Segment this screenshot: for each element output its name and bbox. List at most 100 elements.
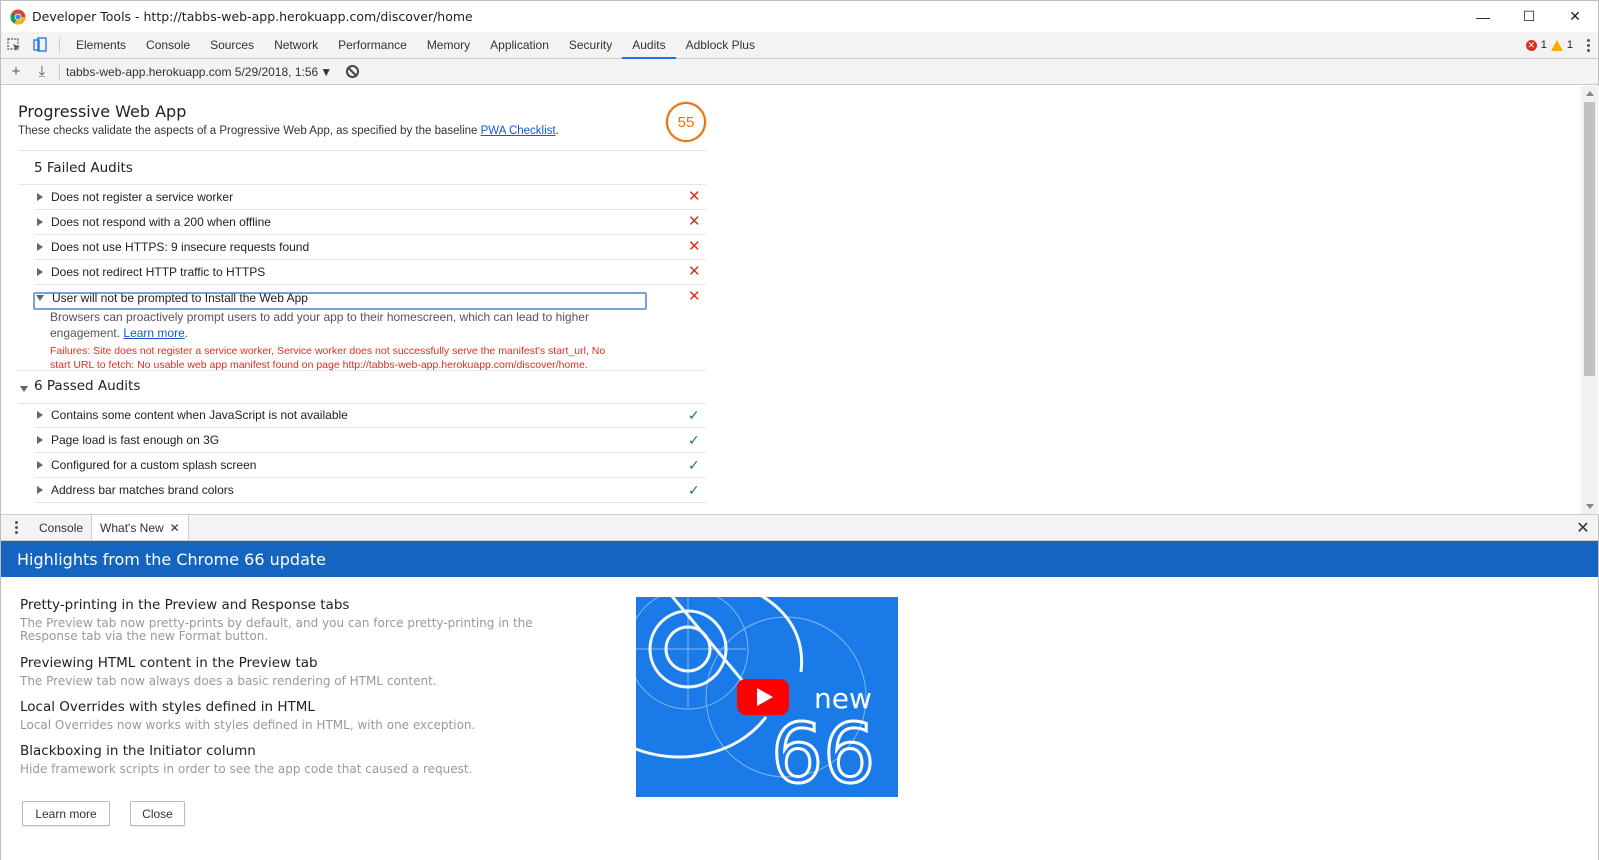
tab-application[interactable]: Application <box>480 32 559 58</box>
audit-description-cont: engagement. Learn more. <box>50 326 189 340</box>
devtools-tabbar: Elements Console Sources Network Perform… <box>1 32 1598 59</box>
feature-title[interactable]: Previewing HTML content in the Preview t… <box>20 655 580 671</box>
audit-title: Configured for a custom splash screen <box>51 458 257 472</box>
pwa-section-header: Progressive Web App These checks validat… <box>18 102 706 137</box>
audits-scrollbar[interactable] <box>1581 86 1598 514</box>
feature-title[interactable]: Blackboxing in the Initiator column <box>20 743 580 759</box>
audit-row[interactable]: Does not register a service worker ✕ <box>35 185 706 210</box>
pwa-checklist-link[interactable]: PWA Checklist <box>481 125 556 137</box>
tab-elements[interactable]: Elements <box>66 32 136 58</box>
error-icon: ✕ <box>1525 39 1537 51</box>
divider <box>18 150 706 151</box>
fail-icon: ✕ <box>688 263 701 280</box>
report-select-value: tabbs-web-app.herokuapp.com 5/29/2018, 1… <box>66 64 319 79</box>
expand-arrow-icon <box>37 411 43 419</box>
warning-count: 1 <box>1566 39 1573 51</box>
expand-arrow-icon <box>37 193 43 201</box>
audit-title: Contains some content when JavaScript is… <box>51 408 348 422</box>
failures-text: Failures: Site does not register a servi… <box>50 345 606 371</box>
audit-title: Does not register a service worker <box>51 190 234 204</box>
close-drawer-icon[interactable]: ✕ <box>1568 515 1598 540</box>
minimize-button[interactable]: — <box>1460 1 1506 32</box>
expand-arrow-icon <box>37 436 43 444</box>
download-report-icon[interactable]: ⤓ <box>31 63 53 80</box>
warning-icon <box>1550 39 1563 51</box>
clear-all-icon[interactable] <box>346 65 360 78</box>
score-gauge: 55 <box>666 102 706 142</box>
close-window-button[interactable]: ✕ <box>1552 1 1598 32</box>
audit-title: User will not be prompted to Install the… <box>52 290 308 305</box>
learn-more-button[interactable]: Learn more <box>22 801 110 826</box>
scroll-down-icon[interactable] <box>1586 504 1594 509</box>
fail-icon: ✕ <box>688 213 701 230</box>
toolbar-divider <box>59 63 60 80</box>
whats-new-panel: Pretty-printing in the Preview and Respo… <box>1 577 1598 860</box>
add-audit-icon[interactable]: + <box>5 63 27 80</box>
drawer-tab-whats-new[interactable]: What's New ✕ <box>91 515 189 540</box>
tab-audits[interactable]: Audits <box>622 32 676 59</box>
collapse-arrow-icon <box>36 294 44 301</box>
scroll-thumb[interactable] <box>1584 102 1595 376</box>
customize-menu-icon[interactable] <box>1587 38 1590 52</box>
audit-title: Does not respond with a 200 when offline <box>51 215 271 229</box>
fail-icon: ✕ <box>688 188 701 205</box>
collapse-arrow-icon[interactable] <box>20 386 28 392</box>
close-button[interactable]: Close <box>130 801 185 826</box>
feature-item: Blackboxing in the Initiator column Hide… <box>20 743 580 776</box>
expand-arrow-icon <box>37 218 43 226</box>
fail-icon: ✕ <box>688 238 701 255</box>
learn-more-link[interactable]: Learn more <box>123 326 184 340</box>
maximize-button[interactable]: ☐ <box>1506 1 1552 32</box>
audit-title: Does not use HTTPS: 9 insecure requests … <box>51 240 310 254</box>
tab-memory[interactable]: Memory <box>417 32 480 58</box>
audits-toolbar: + ⤓ tabbs-web-app.herokuapp.com 5/29/201… <box>1 59 1598 85</box>
audit-row-expanded[interactable]: User will not be prompted to Install the… <box>35 285 706 310</box>
release-video-thumbnail[interactable]: new 66 <box>636 597 898 797</box>
issue-counters[interactable]: ✕ 1 1 <box>1525 32 1598 58</box>
device-toolbar-icon[interactable] <box>27 32 53 58</box>
error-count: 1 <box>1540 39 1547 51</box>
feature-description: The Preview tab now always does a basic … <box>20 674 437 688</box>
feature-description: Hide framework scripts in order to see t… <box>20 762 473 776</box>
drawer-tab-console[interactable]: Console <box>31 515 91 540</box>
audit-row[interactable]: Address bar matches brand colors ✓ <box>35 478 706 503</box>
tab-security[interactable]: Security <box>559 32 622 58</box>
audit-row[interactable]: Does not respond with a 200 when offline… <box>35 210 706 235</box>
close-tab-icon[interactable]: ✕ <box>170 521 180 535</box>
window-controls: — ☐ ✕ <box>1460 1 1598 32</box>
inspect-element-icon[interactable] <box>1 32 27 58</box>
section-title: Progressive Web App <box>18 102 187 121</box>
toolbar-divider <box>59 37 60 53</box>
whats-new-banner: Highlights from the Chrome 66 update <box>1 541 1598 577</box>
audit-title: Address bar matches brand colors <box>51 483 234 497</box>
audit-row[interactable]: Configured for a custom splash screen ✓ <box>35 453 706 478</box>
audit-row[interactable]: Contains some content when JavaScript is… <box>35 403 706 428</box>
expand-arrow-icon <box>37 486 43 494</box>
tab-console[interactable]: Console <box>136 32 200 58</box>
scroll-up-icon[interactable] <box>1586 91 1594 96</box>
audit-row[interactable]: Does not redirect HTTP traffic to HTTPS … <box>35 260 706 285</box>
failed-audits-title[interactable]: 5 Failed Audits <box>34 160 133 176</box>
feature-title[interactable]: Pretty-printing in the Preview and Respo… <box>20 597 580 613</box>
tab-adblock-plus[interactable]: Adblock Plus <box>676 32 765 58</box>
pass-icon: ✓ <box>688 457 700 473</box>
drawer-menu-icon[interactable] <box>1 515 31 540</box>
chevron-down-icon: ▼ <box>320 64 333 79</box>
passed-audits-title[interactable]: 6 Passed Audits <box>34 378 140 394</box>
divider <box>18 370 706 371</box>
tab-performance[interactable]: Performance <box>328 32 417 58</box>
report-select[interactable]: tabbs-web-app.herokuapp.com 5/29/2018, 1… <box>66 65 332 79</box>
tab-network[interactable]: Network <box>264 32 328 58</box>
audit-title: Page load is fast enough on 3G <box>51 433 220 447</box>
feature-title[interactable]: Local Overrides with styles defined in H… <box>20 699 580 715</box>
audit-row[interactable]: Page load is fast enough on 3G ✓ <box>35 428 706 453</box>
window-title: Developer Tools - http://tabbs-web-app.h… <box>32 9 473 24</box>
tab-sources[interactable]: Sources <box>200 32 264 58</box>
audits-report: Progressive Web App These checks validat… <box>1 86 1599 514</box>
feature-item: Previewing HTML content in the Preview t… <box>20 655 580 688</box>
expand-arrow-icon <box>37 268 43 276</box>
audit-row[interactable]: Does not use HTTPS: 9 insecure requests … <box>35 235 706 260</box>
fail-icon: ✕ <box>688 288 701 305</box>
audit-title: Does not redirect HTTP traffic to HTTPS <box>51 265 266 279</box>
section-description: These checks validate the aspects of a P… <box>18 125 559 137</box>
